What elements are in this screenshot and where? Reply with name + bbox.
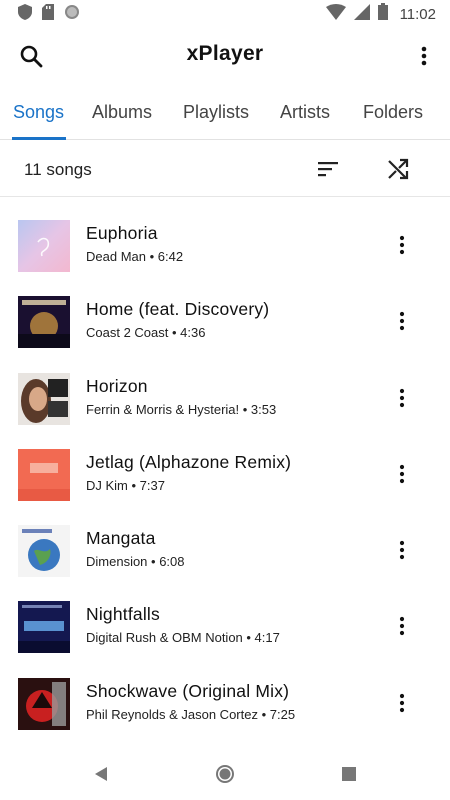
recents-icon[interactable] — [337, 762, 361, 786]
more-vertical-icon[interactable] — [390, 538, 414, 562]
app-bar: xPlayer — [0, 28, 450, 84]
status-time: 11:02 — [399, 5, 436, 23]
status-bar-left — [18, 3, 80, 25]
status-bar-right: 11:02 — [325, 3, 436, 25]
system-nav-bar — [0, 748, 450, 800]
tab-playlists[interactable]: Playlists — [183, 102, 249, 123]
song-subtitle: Digital Rush & OBM Notion • 4:17 — [86, 630, 280, 646]
song-subtitle: Ferrin & Morris & Hysteria! • 3:53 — [86, 401, 277, 417]
song-row[interactable]: Horizon Ferrin & Morris & Hysteria! • 3:… — [0, 360, 450, 436]
song-title: Nightfalls — [86, 604, 160, 625]
shuffle-icon[interactable] — [386, 157, 410, 181]
song-title: Jetlag (Alphazone Remix) — [86, 451, 292, 472]
song-subtitle: Coast 2 Coast • 4:36 — [86, 325, 206, 341]
sort-icon[interactable] — [316, 157, 340, 181]
song-title: Shockwave (Original Mix) — [86, 680, 290, 701]
more-vertical-icon[interactable] — [390, 309, 414, 333]
app-title: xPlayer — [186, 42, 264, 65]
song-row[interactable]: Jetlag (Alphazone Remix) DJ Kim • 7:37 — [0, 436, 450, 512]
song-row[interactable]: Nightfalls Digital Rush & OBM Notion • 4… — [0, 588, 450, 664]
wifi-icon — [325, 3, 346, 25]
album-art — [18, 372, 70, 425]
album-art — [18, 525, 70, 578]
song-title: Mangata — [86, 528, 156, 549]
song-title: Horizon — [86, 375, 148, 396]
song-row[interactable]: Shockwave (Original Mix) Phil Reynolds &… — [0, 665, 450, 741]
song-subtitle: Phil Reynolds & Jason Cortez • 7:25 — [86, 706, 296, 722]
tab-albums[interactable]: Albums — [92, 102, 152, 123]
status-bar: 11:02 — [0, 0, 450, 28]
album-art — [18, 601, 70, 654]
battery-icon — [377, 3, 388, 25]
song-row[interactable]: Mangata Dimension • 6:08 — [0, 512, 450, 588]
more-vertical-icon[interactable] — [390, 386, 414, 410]
tab-folders[interactable]: Folders — [363, 102, 423, 123]
song-count: 11 songs — [24, 160, 92, 179]
tab-bar: Songs Albums Playlists Artists Folders — [0, 96, 450, 140]
more-vertical-icon[interactable] — [390, 614, 414, 638]
song-row[interactable]: Home (feat. Discovery) Coast 2 Coast • 4… — [0, 283, 450, 359]
home-icon[interactable] — [213, 762, 237, 786]
album-art — [18, 677, 70, 730]
tab-songs[interactable]: Songs — [13, 102, 64, 123]
song-subtitle: Dead Man • 6:42 — [86, 249, 184, 264]
tab-artists[interactable]: Artists — [280, 102, 330, 123]
album-art — [18, 448, 70, 501]
tab-indicator — [12, 137, 66, 140]
song-list: Euphoria Dead Man • 6:42 Home (feat. Dis… — [0, 207, 450, 741]
song-subtitle: Dimension • 6:08 — [86, 554, 185, 570]
more-vertical-icon[interactable] — [390, 462, 414, 486]
shield-icon — [18, 3, 32, 25]
album-art — [18, 220, 70, 272]
album-art — [18, 296, 70, 349]
song-toolbar: 11 songs — [0, 141, 450, 197]
more-vertical-icon[interactable] — [412, 44, 436, 68]
sync-icon — [64, 4, 80, 25]
song-subtitle: DJ Kim • 7:37 — [86, 477, 165, 493]
back-icon[interactable] — [89, 762, 113, 786]
song-title: Home (feat. Discovery) — [86, 299, 270, 320]
more-vertical-icon[interactable] — [390, 233, 414, 257]
song-row[interactable]: Euphoria Dead Man • 6:42 — [0, 207, 450, 283]
sd-card-icon — [42, 3, 54, 25]
signal-icon — [353, 3, 370, 25]
song-title: Euphoria — [86, 223, 158, 243]
more-vertical-icon[interactable] — [390, 691, 414, 715]
